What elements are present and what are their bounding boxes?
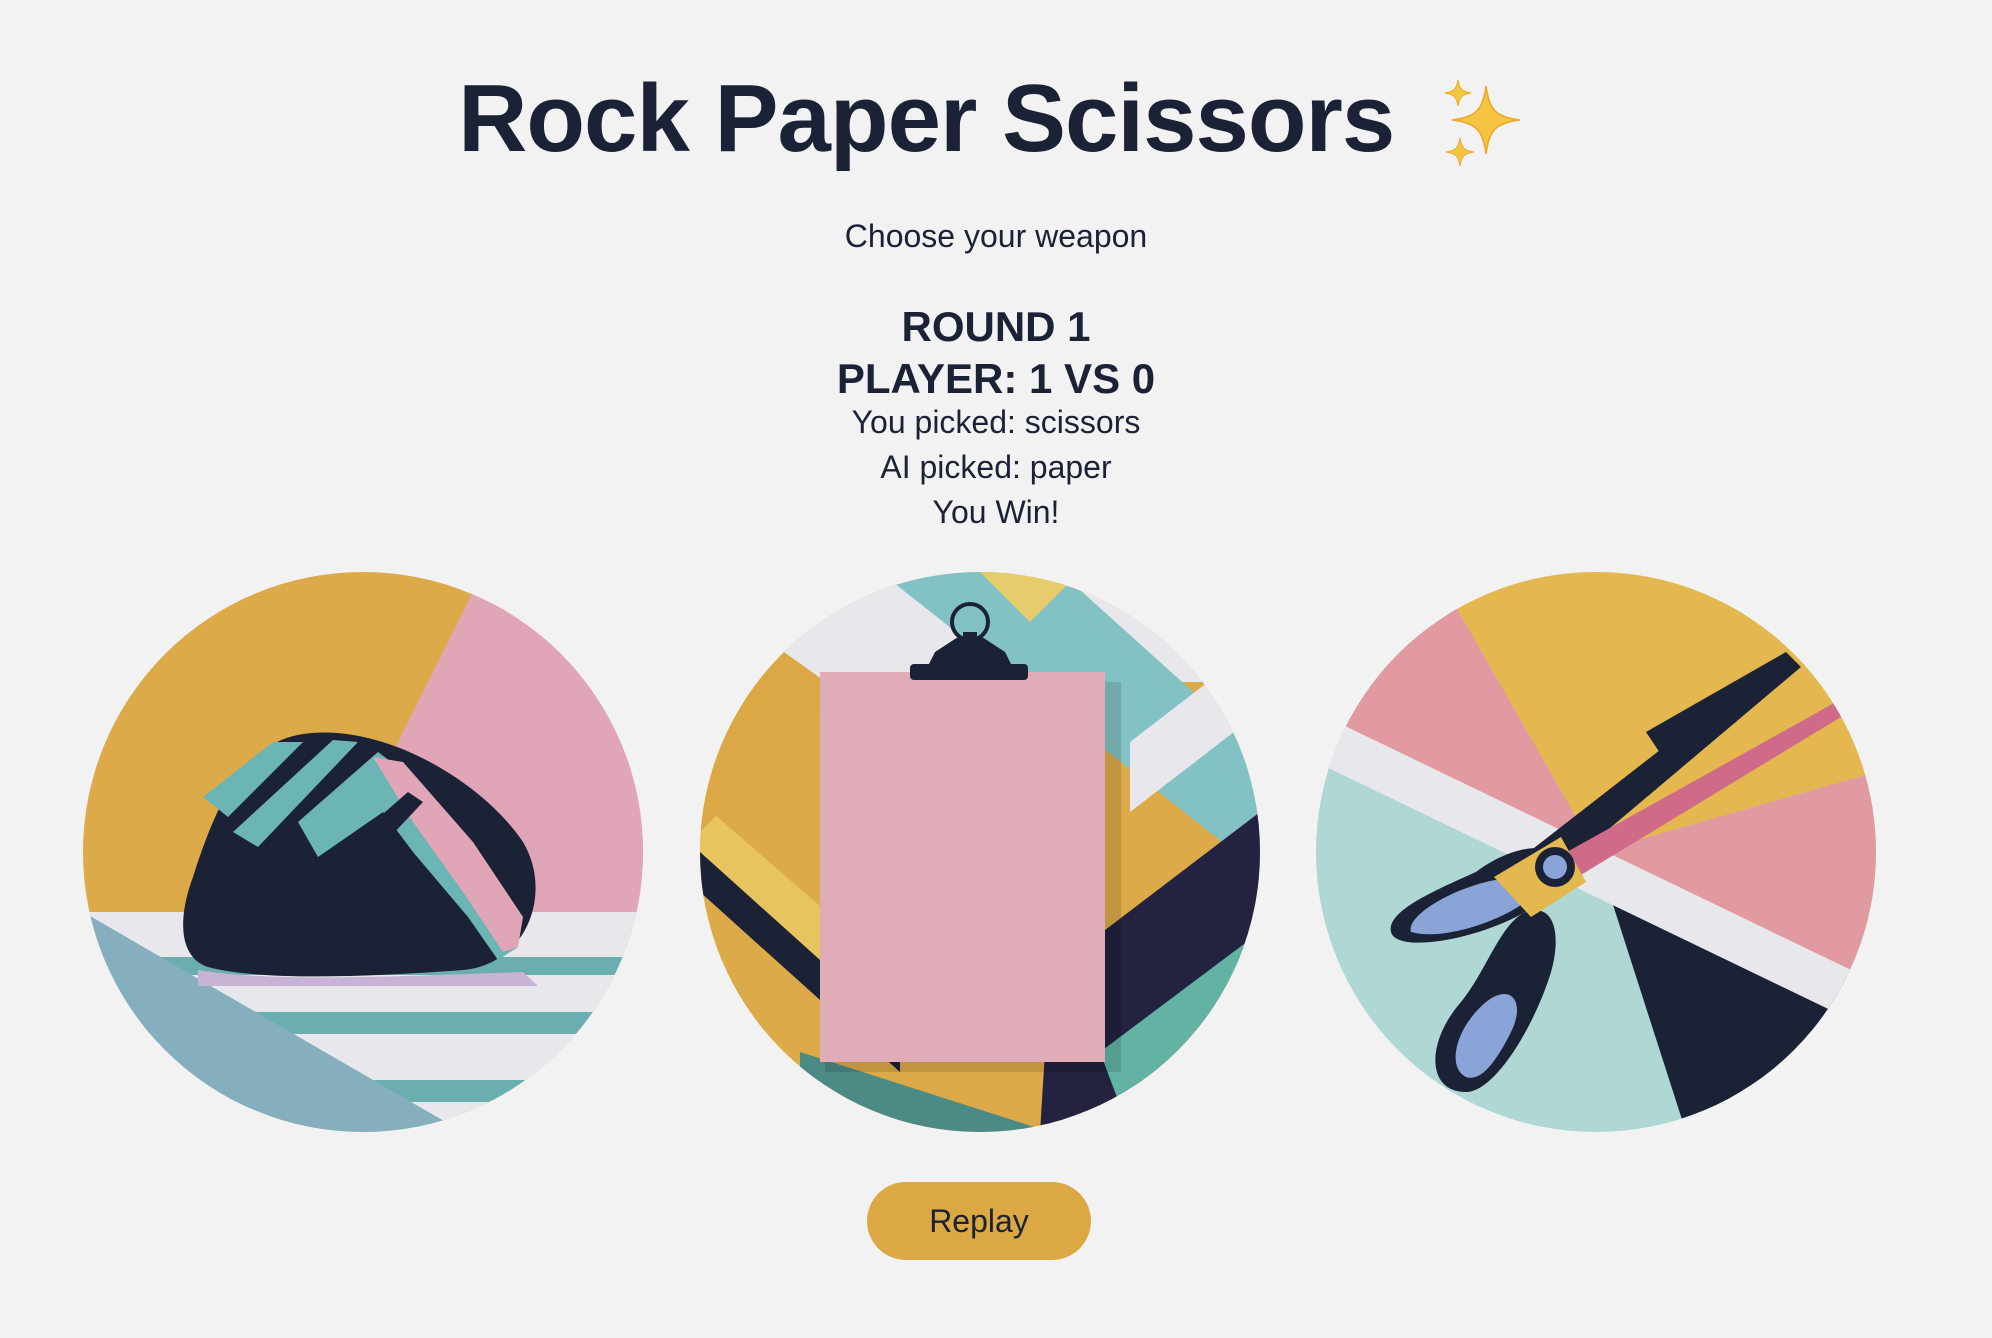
- rock-choice-button[interactable]: [83, 572, 643, 1132]
- result-text: You Win!: [932, 494, 1060, 530]
- you-picked-text: You picked: scissors: [851, 404, 1141, 440]
- scissors-choice-button[interactable]: [1316, 572, 1876, 1132]
- score-label: PLAYER: 1 VS 0: [836, 355, 1156, 402]
- paper-choice-button[interactable]: [700, 572, 1260, 1132]
- rock-icon: [83, 572, 643, 1132]
- round-label: ROUND 1: [901, 303, 1091, 350]
- title-text: Rock Paper Scissors: [458, 65, 1395, 172]
- sparkles-icon: [1444, 79, 1521, 166]
- scissors-icon: [1316, 572, 1876, 1132]
- subtitle: Choose your weapon: [844, 218, 1148, 254]
- page-title: Rock Paper Scissors: [0, 64, 1992, 176]
- ai-picked-text: AI picked: paper: [880, 449, 1112, 485]
- paper-icon: [700, 572, 1260, 1132]
- replay-button[interactable]: Replay: [867, 1182, 1091, 1260]
